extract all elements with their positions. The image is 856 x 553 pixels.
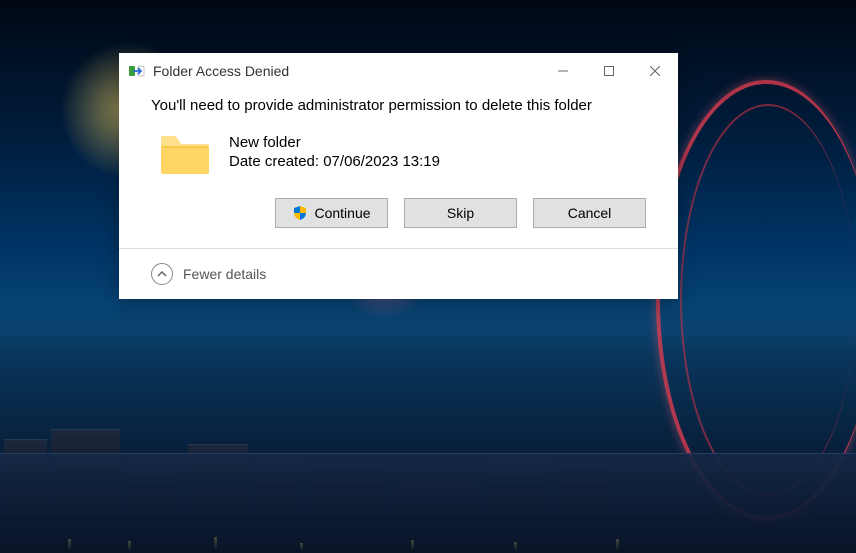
folder-icon bbox=[159, 132, 211, 176]
dialog-body: You'll need to provide administrator per… bbox=[119, 89, 678, 248]
file-operation-icon bbox=[129, 63, 145, 79]
maximize-button[interactable] bbox=[586, 53, 632, 89]
skip-label: Skip bbox=[447, 205, 474, 221]
chevron-up-icon bbox=[151, 263, 173, 285]
permission-message: You'll need to provide administrator per… bbox=[151, 97, 646, 114]
window-controls bbox=[540, 53, 678, 89]
dialog-title: Folder Access Denied bbox=[153, 63, 540, 79]
uac-shield-icon bbox=[292, 205, 308, 221]
expander-label: Fewer details bbox=[183, 266, 266, 282]
file-name: New folder bbox=[229, 134, 440, 151]
continue-label: Continue bbox=[314, 205, 370, 221]
folder-access-denied-dialog: Folder Access Denied You'll need to prov… bbox=[119, 53, 678, 299]
file-details: New folder Date created: 07/06/2023 13:1… bbox=[229, 132, 440, 170]
dialog-buttons: Continue Skip Cancel bbox=[151, 198, 646, 228]
file-date-created: Date created: 07/06/2023 13:19 bbox=[229, 153, 440, 170]
cancel-button[interactable]: Cancel bbox=[533, 198, 646, 228]
skip-button[interactable]: Skip bbox=[404, 198, 517, 228]
minimize-button[interactable] bbox=[540, 53, 586, 89]
cancel-label: Cancel bbox=[568, 205, 612, 221]
continue-button[interactable]: Continue bbox=[275, 198, 388, 228]
dialog-titlebar: Folder Access Denied bbox=[119, 53, 678, 89]
details-expander[interactable]: Fewer details bbox=[119, 248, 678, 299]
file-info-row: New folder Date created: 07/06/2023 13:1… bbox=[151, 132, 646, 176]
close-button[interactable] bbox=[632, 53, 678, 89]
